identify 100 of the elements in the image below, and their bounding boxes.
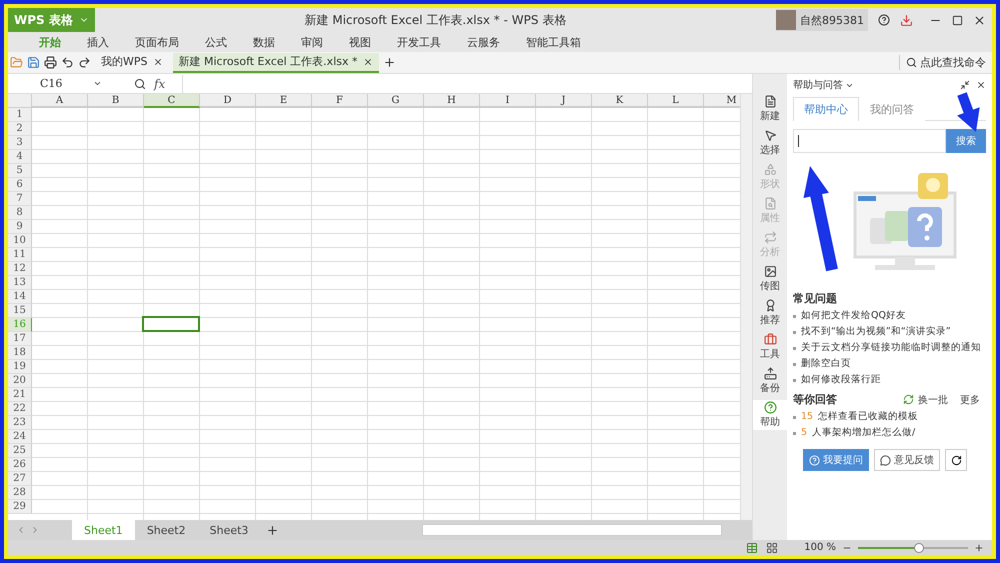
- column-header[interactable]: J: [536, 94, 592, 108]
- menu-tab[interactable]: 页面布局: [122, 34, 192, 50]
- vertical-scrollbar[interactable]: [740, 94, 752, 520]
- row-header[interactable]: 21: [8, 388, 32, 402]
- row-header[interactable]: 13: [8, 276, 32, 290]
- sheet-tab[interactable]: Sheet3: [198, 520, 260, 540]
- column-header[interactable]: B: [88, 94, 144, 108]
- row-header[interactable]: 26: [8, 458, 32, 472]
- side-tool[interactable]: 选择: [753, 128, 787, 158]
- save-icon[interactable]: [27, 56, 40, 69]
- row-header[interactable]: 4: [8, 150, 32, 164]
- horizontal-scrollbar[interactable]: [422, 524, 722, 536]
- side-tool[interactable]: 工具: [753, 332, 787, 362]
- page-view-icon[interactable]: [766, 542, 778, 554]
- command-search[interactable]: 点此查找命令: [899, 55, 992, 70]
- zoom-in-icon[interactable]: [974, 542, 984, 552]
- side-tool[interactable]: 备份: [753, 366, 787, 396]
- row-header[interactable]: 2: [8, 122, 32, 136]
- menu-tab[interactable]: 智能工具箱: [513, 34, 594, 50]
- row-header[interactable]: 28: [8, 486, 32, 500]
- help-icon[interactable]: [878, 14, 890, 26]
- side-tool[interactable]: 帮助: [753, 400, 787, 430]
- menu-tab[interactable]: 数据: [240, 34, 288, 50]
- menu-tab[interactable]: 公式: [192, 34, 240, 50]
- row-header[interactable]: 10: [8, 234, 32, 248]
- row-header[interactable]: 15: [8, 304, 32, 318]
- normal-view-icon[interactable]: [746, 542, 758, 554]
- help-search-field[interactable]: [793, 129, 946, 153]
- row-header[interactable]: 22: [8, 402, 32, 416]
- add-sheet-icon[interactable]: [266, 524, 280, 536]
- feedback-button[interactable]: 意见反馈: [874, 449, 940, 471]
- column-header[interactable]: F: [312, 94, 368, 108]
- row-header[interactable]: 1: [8, 108, 32, 122]
- undo-icon[interactable]: [61, 56, 74, 69]
- sheet-tab[interactable]: Sheet2: [134, 520, 198, 540]
- search-button[interactable]: 搜索: [946, 129, 986, 153]
- refresh-link[interactable]: 换一批: [918, 392, 948, 406]
- row-header[interactable]: 27: [8, 472, 32, 486]
- faq-link[interactable]: 如何修改段落行距: [801, 372, 881, 388]
- column-header[interactable]: I: [480, 94, 536, 108]
- redo-icon[interactable]: [78, 56, 91, 69]
- ask-button[interactable]: 我要提问: [803, 449, 869, 471]
- question-link[interactable]: 人事架构增加栏怎么做/: [812, 425, 916, 441]
- refresh-icon[interactable]: [903, 394, 914, 405]
- row-header[interactable]: 17: [8, 332, 32, 346]
- close-icon[interactable]: [152, 56, 162, 66]
- reload-button[interactable]: [945, 449, 967, 471]
- column-header[interactable]: A: [32, 94, 88, 108]
- row-header[interactable]: 3: [8, 136, 32, 150]
- document-tab[interactable]: 我的WPS: [95, 52, 168, 72]
- menu-tab[interactable]: 开发工具: [384, 34, 454, 50]
- menu-tab[interactable]: 审阅: [288, 34, 336, 50]
- side-tool[interactable]: 传图: [753, 264, 787, 294]
- column-header[interactable]: C: [144, 94, 200, 108]
- row-header[interactable]: 9: [8, 220, 32, 234]
- add-tab-icon[interactable]: [382, 56, 396, 69]
- close-icon[interactable]: [362, 56, 372, 66]
- sheet-tab[interactable]: Sheet1: [72, 520, 135, 540]
- row-header[interactable]: 11: [8, 248, 32, 262]
- row-header[interactable]: 25: [8, 444, 32, 458]
- help-tab[interactable]: 帮助中心: [793, 97, 859, 121]
- column-header[interactable]: K: [592, 94, 648, 108]
- column-header[interactable]: E: [256, 94, 312, 108]
- cell-cursor[interactable]: [142, 316, 200, 332]
- maximize-icon[interactable]: [952, 14, 963, 26]
- menu-tab[interactable]: 云服务: [454, 34, 513, 50]
- side-tool[interactable]: 新建: [753, 94, 787, 124]
- dock-icon[interactable]: [960, 80, 970, 90]
- row-header[interactable]: 23: [8, 416, 32, 430]
- menu-tab[interactable]: 插入: [74, 34, 122, 50]
- zoom-level[interactable]: 100 %: [804, 542, 836, 553]
- row-header[interactable]: 18: [8, 346, 32, 360]
- faq-link[interactable]: 找不到“输出为视频”和“演讲实录”: [801, 324, 951, 340]
- close-icon[interactable]: [973, 14, 986, 26]
- column-header[interactable]: M: [704, 94, 740, 108]
- close-icon[interactable]: [976, 80, 986, 90]
- row-header[interactable]: 24: [8, 430, 32, 444]
- column-header[interactable]: G: [368, 94, 424, 108]
- column-header[interactable]: D: [200, 94, 256, 108]
- faq-link[interactable]: 删除空白页: [801, 356, 851, 372]
- row-header[interactable]: 19: [8, 360, 32, 374]
- document-tab[interactable]: 新建 Microsoft Excel 工作表.xlsx *: [172, 52, 378, 72]
- menu-tab[interactable]: 视图: [336, 34, 384, 50]
- row-header[interactable]: 8: [8, 206, 32, 220]
- question-link[interactable]: 怎样查看已收藏的模板: [818, 409, 918, 425]
- row-header[interactable]: 6: [8, 178, 32, 192]
- print-icon[interactable]: [44, 56, 57, 69]
- row-header[interactable]: 7: [8, 192, 32, 206]
- row-header[interactable]: 5: [8, 164, 32, 178]
- column-header[interactable]: H: [424, 94, 480, 108]
- row-header[interactable]: 29: [8, 500, 32, 514]
- column-header[interactable]: L: [648, 94, 704, 108]
- more-link[interactable]: 更多: [960, 392, 980, 406]
- row-header[interactable]: 12: [8, 262, 32, 276]
- zoom-slider-thumb[interactable]: [914, 542, 924, 552]
- faq-link[interactable]: 如何把文件发给QQ好友: [801, 308, 906, 324]
- faq-link[interactable]: 关于云文档分享链接功能临时调整的通知: [801, 340, 981, 356]
- download-icon[interactable]: [900, 14, 913, 26]
- row-header[interactable]: 14: [8, 290, 32, 304]
- function-label[interactable]: fx: [154, 76, 182, 90]
